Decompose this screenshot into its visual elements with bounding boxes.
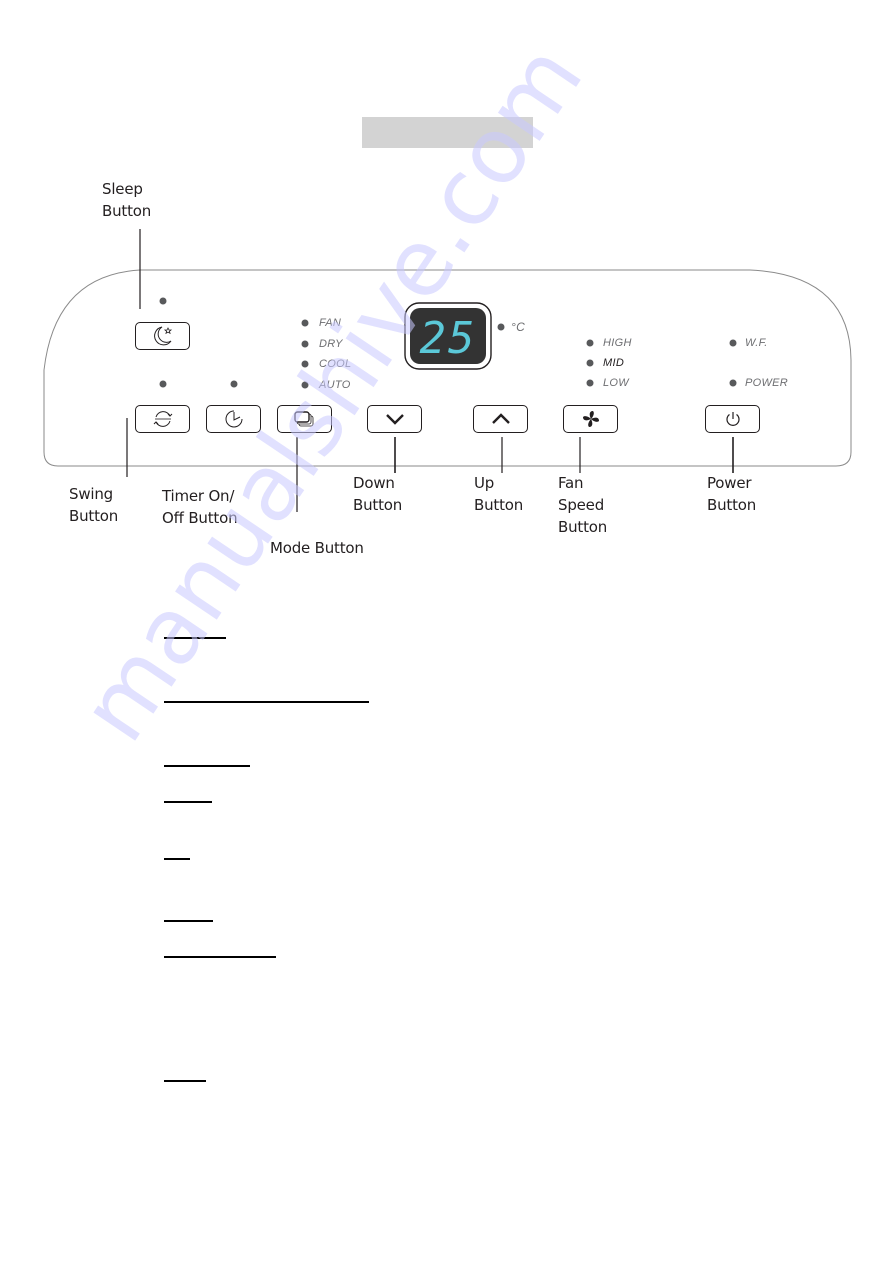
mode-label-auto: AUTO bbox=[319, 379, 351, 391]
control-panel-drawing bbox=[43, 229, 852, 512]
fan-speed-button[interactable] bbox=[563, 405, 618, 433]
stacked-squares-icon bbox=[293, 411, 313, 427]
timer-led bbox=[230, 380, 238, 388]
description-heading-underline bbox=[164, 858, 190, 860]
temperature-display: 25 bbox=[404, 302, 492, 370]
moon-star-icon bbox=[153, 326, 172, 346]
swing-button[interactable] bbox=[135, 405, 190, 433]
wf-label: W.F. bbox=[745, 337, 768, 349]
mode-label-fan: FAN bbox=[319, 317, 342, 329]
wf-led bbox=[729, 339, 737, 347]
fan-label-low: LOW bbox=[603, 377, 629, 389]
cool-mode-led bbox=[301, 360, 309, 368]
description-heading-underline bbox=[164, 1080, 206, 1082]
description-heading-underline bbox=[164, 801, 212, 803]
description-heading-underline bbox=[164, 956, 276, 958]
power-indicator-label: POWER bbox=[745, 377, 789, 389]
fan-icon bbox=[582, 411, 599, 427]
clock-icon bbox=[225, 410, 242, 428]
swing-arrows-icon bbox=[153, 411, 172, 427]
fan-label-high: HIGH bbox=[603, 337, 632, 349]
fan-label-mid: MID bbox=[603, 357, 625, 369]
description-heading-underline bbox=[164, 920, 213, 922]
swing-led bbox=[159, 380, 167, 388]
low-fan-led bbox=[586, 379, 594, 387]
mode-label-dry: DRY bbox=[319, 338, 343, 350]
description-heading-underline bbox=[164, 637, 226, 639]
power-icon bbox=[725, 412, 740, 426]
description-heading-underline bbox=[164, 701, 369, 703]
auto-mode-led bbox=[301, 381, 309, 389]
dry-mode-led bbox=[301, 340, 309, 348]
down-button[interactable] bbox=[367, 405, 422, 433]
temperature-unit-label: °C bbox=[511, 320, 526, 334]
mid-fan-led bbox=[586, 359, 594, 367]
mode-label-cool: COOL bbox=[319, 358, 352, 370]
mode-button[interactable] bbox=[277, 405, 332, 433]
power-led bbox=[729, 379, 737, 387]
sleep-button[interactable] bbox=[135, 322, 190, 350]
chevron-down-icon bbox=[385, 414, 404, 425]
timer-button[interactable] bbox=[206, 405, 261, 433]
sleep-led bbox=[159, 297, 167, 305]
power-button[interactable] bbox=[705, 405, 760, 433]
high-fan-led bbox=[586, 339, 594, 347]
temperature-value: 25 bbox=[420, 313, 477, 364]
up-button[interactable] bbox=[473, 405, 528, 433]
description-heading-underline bbox=[164, 765, 250, 767]
chevron-up-icon bbox=[491, 413, 510, 424]
celsius-led bbox=[497, 323, 505, 331]
fan-mode-led bbox=[301, 319, 309, 327]
